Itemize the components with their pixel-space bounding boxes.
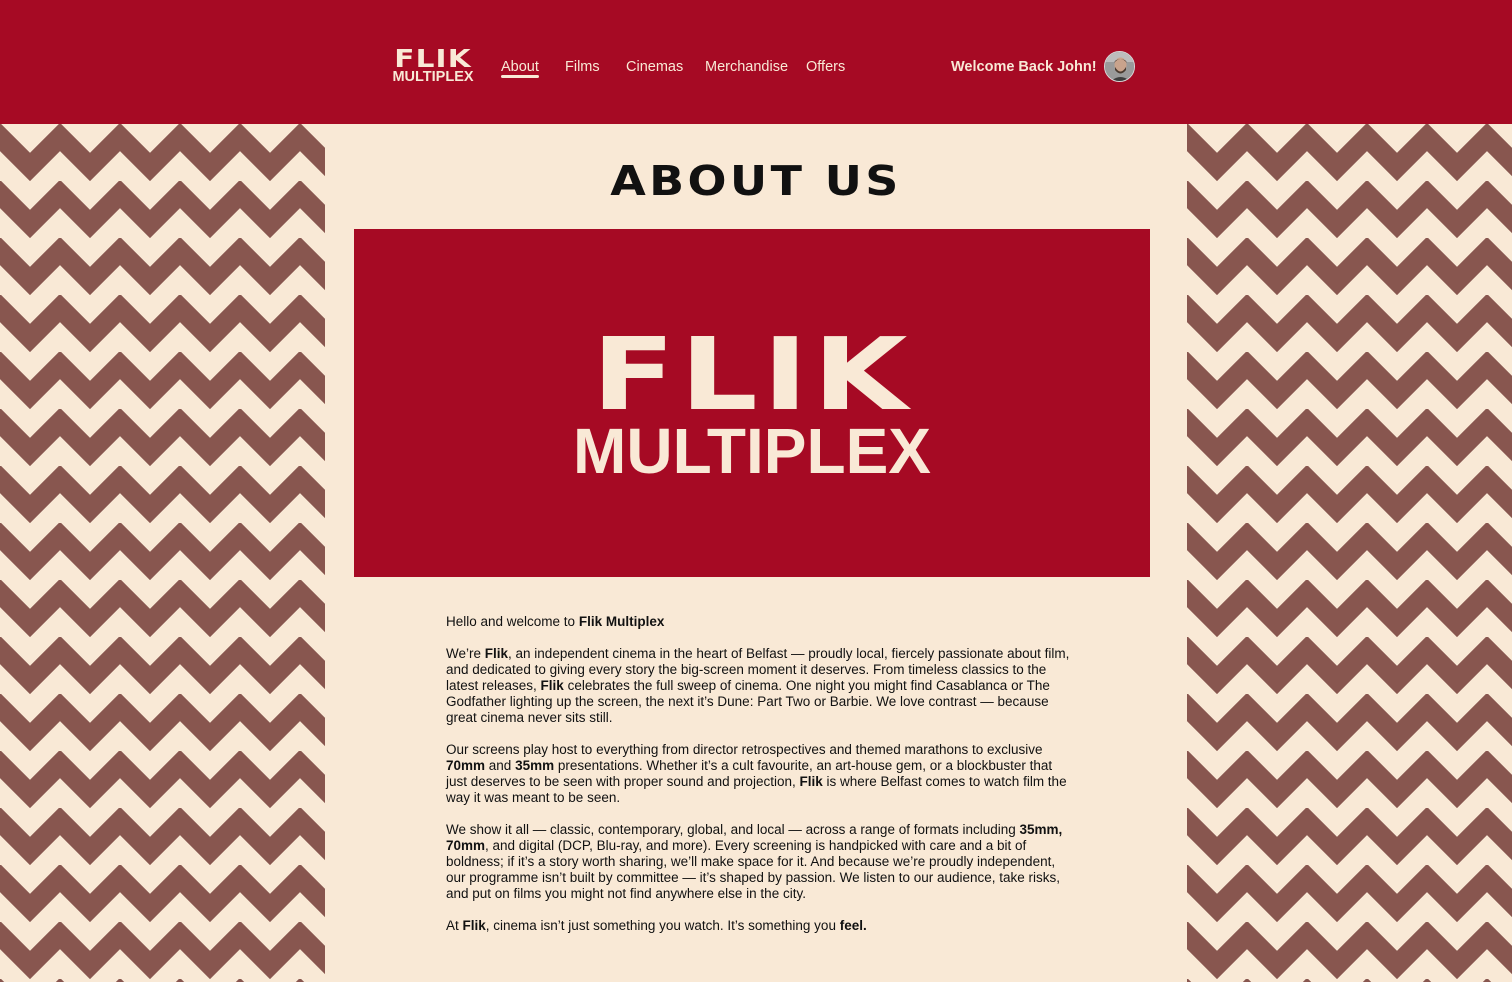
text-segment: Our screens play host to everything from… bbox=[446, 742, 1043, 757]
paragraph-formats: We show it all — classic, contemporary, … bbox=[446, 822, 1071, 902]
welcome-message: Welcome Back John! bbox=[951, 59, 1097, 75]
text-segment: and bbox=[485, 758, 516, 773]
paragraph-who-we-are: We’re Flik, an independent cinema in the… bbox=[446, 646, 1071, 726]
nav-about[interactable]: About bbox=[501, 59, 539, 75]
logo-wordmark: FLIK bbox=[394, 44, 472, 73]
active-nav-underline bbox=[501, 75, 539, 78]
text-segment: , and digital (DCP, Blu-ray, and more). … bbox=[446, 838, 1061, 901]
hero-logo-wordmark: FLIK bbox=[591, 316, 913, 433]
nav-films[interactable]: Films bbox=[565, 59, 600, 75]
format-emphasis: 70mm bbox=[446, 758, 486, 773]
closing-emphasis: feel. bbox=[839, 918, 867, 933]
paragraph-closing: At Flik, cinema isn’t just something you… bbox=[446, 918, 1071, 934]
brand-emphasis: Flik bbox=[484, 646, 509, 661]
page-title: ABOUT US bbox=[610, 157, 902, 205]
text-segment: We’re bbox=[446, 646, 485, 661]
chevron-pattern-left bbox=[0, 124, 325, 982]
intro-text: Hello and welcome to bbox=[446, 614, 579, 629]
site-logo[interactable]: FLIK MULTIPLEX bbox=[390, 46, 476, 84]
brand-emphasis: Flik bbox=[799, 774, 823, 789]
paragraph-screens: Our screens play host to everything from… bbox=[446, 742, 1071, 806]
nav-offers[interactable]: Offers bbox=[806, 59, 845, 75]
intro-brand: Flik Multiplex bbox=[578, 614, 665, 629]
hero-banner: FLIK MULTIPLEX bbox=[354, 229, 1150, 577]
site-header: FLIK MULTIPLEX About Films Cinemas Merch… bbox=[0, 0, 1512, 124]
brand-emphasis: Flik bbox=[540, 678, 564, 693]
nav-merchandise[interactable]: Merchandise bbox=[705, 59, 788, 75]
hero-logo-subtitle: MULTIPLEX bbox=[573, 415, 931, 487]
text-segment: We show it all — classic, contemporary, … bbox=[446, 822, 1020, 837]
about-text: Hello and welcome to Flik Multiplex We’r… bbox=[446, 614, 1071, 950]
brand-emphasis: Flik bbox=[462, 918, 486, 933]
chevron-pattern-right bbox=[1187, 124, 1512, 982]
text-segment: At bbox=[446, 918, 463, 933]
format-emphasis: 35mm bbox=[515, 758, 555, 773]
nav-cinemas[interactable]: Cinemas bbox=[626, 59, 683, 75]
user-avatar[interactable] bbox=[1104, 51, 1135, 82]
text-segment: , cinema isn’t just something you watch.… bbox=[485, 918, 840, 933]
intro-paragraph: Hello and welcome to Flik Multiplex bbox=[446, 614, 1071, 630]
avatar-icon bbox=[1105, 52, 1134, 81]
